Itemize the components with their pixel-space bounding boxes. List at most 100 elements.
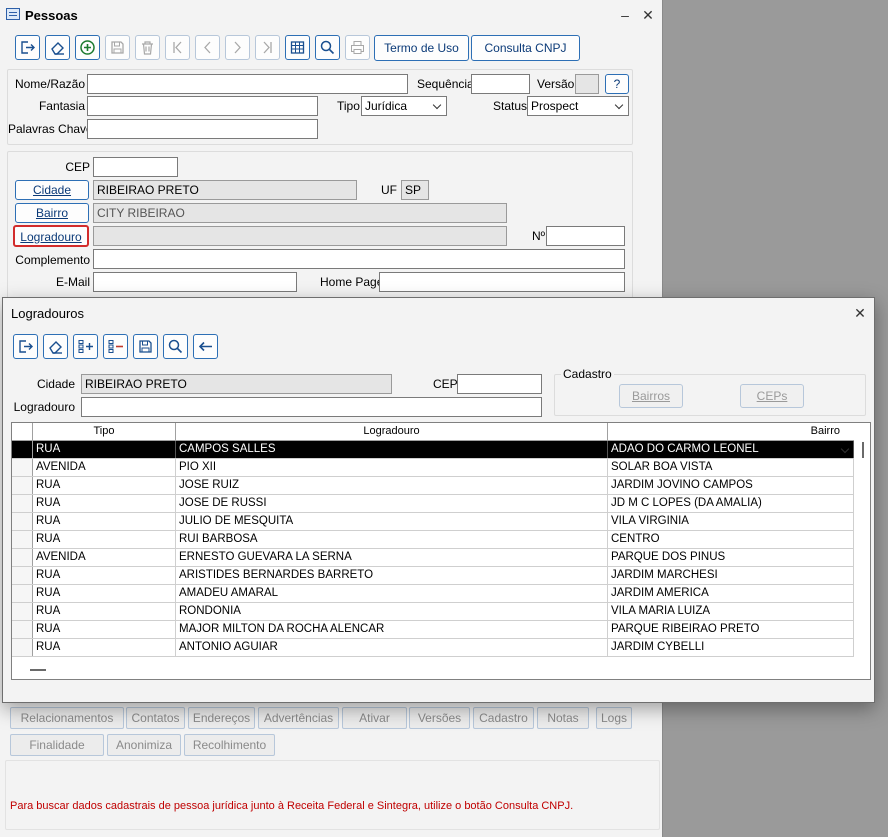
table-row[interactable]: RUA JULIO DE MESQUITA VILA VIRGINIA	[12, 513, 854, 531]
uf-input[interactable]: SP	[401, 180, 429, 200]
cell-bairro[interactable]: CENTRO	[608, 531, 854, 548]
bairro-button[interactable]: Bairro	[15, 203, 89, 223]
consulta-cnpj-button[interactable]: Consulta CNPJ	[471, 35, 580, 61]
back-button[interactable]	[193, 334, 218, 359]
cell-bairro[interactable]: SOLAR BOA VISTA	[608, 459, 854, 476]
cell-tipo[interactable]: RUA	[33, 621, 176, 638]
delete-button[interactable]	[135, 35, 160, 60]
cell-logradouro[interactable]: PIO XII	[176, 459, 608, 476]
versao-input[interactable]	[575, 74, 599, 94]
dialog-save-button[interactable]	[133, 334, 158, 359]
cell-bairro[interactable]: JARDIM JOVINO CAMPOS	[608, 477, 854, 494]
cell-tipo[interactable]: RUA	[33, 531, 176, 548]
row-indicator[interactable]	[12, 621, 33, 638]
table-row[interactable]: RUA CAMPOS SALLES ADAO DO CARMO LEONEL	[12, 441, 854, 459]
cell-tipo[interactable]: RUA	[33, 441, 176, 458]
clear-button[interactable]	[45, 35, 70, 60]
cell-bairro[interactable]: ADAO DO CARMO LEONEL	[608, 441, 854, 458]
cell-logradouro[interactable]: RONDONIA	[176, 603, 608, 620]
cep-input[interactable]	[93, 157, 178, 177]
cell-bairro[interactable]: JD M C LOPES (DA AMALIA)	[608, 495, 854, 512]
dialog-clear-button[interactable]	[43, 334, 68, 359]
cidade-input[interactable]: RIBEIRAO PRETO	[93, 180, 357, 200]
dialog-close-icon[interactable]: ✕	[851, 304, 869, 322]
email-input[interactable]	[93, 272, 297, 292]
cell-tipo[interactable]: RUA	[33, 513, 176, 530]
palavras-chave-input[interactable]	[87, 119, 318, 139]
scroll-thumb[interactable]	[862, 442, 864, 458]
tab-notas[interactable]: Notas	[537, 707, 589, 729]
print-button[interactable]	[345, 35, 370, 60]
tab-logs[interactable]: Logs	[596, 707, 632, 729]
cell-tipo[interactable]: RUA	[33, 495, 176, 512]
tab-relacionamentos[interactable]: Relacionamentos	[10, 707, 124, 729]
tab-anonimiza[interactable]: Anonimiza	[107, 734, 181, 756]
cell-tipo[interactable]: AVENIDA	[33, 549, 176, 566]
dialog-logradouro-input[interactable]	[81, 397, 542, 417]
cell-tipo[interactable]: RUA	[33, 639, 176, 656]
cell-tipo[interactable]: RUA	[33, 477, 176, 494]
row-indicator[interactable]	[12, 567, 33, 584]
cell-tipo[interactable]: RUA	[33, 603, 176, 620]
cell-logradouro[interactable]: MAJOR MILTON DA ROCHA ALENCAR	[176, 621, 608, 638]
cell-bairro[interactable]: JARDIM AMERICA	[608, 585, 854, 602]
table-row[interactable]: RUA ANTONIO AGUIAR JARDIM CYBELLI	[12, 639, 854, 657]
help-button[interactable]: ?	[605, 74, 629, 94]
logradouro-input[interactable]	[93, 226, 507, 246]
minimize-icon[interactable]: –	[616, 6, 634, 24]
tab-finalidade[interactable]: Finalidade	[10, 734, 104, 756]
exit-button[interactable]	[15, 35, 40, 60]
sequencia-input[interactable]	[471, 74, 530, 94]
row-indicator[interactable]	[12, 459, 33, 476]
tab-ativar[interactable]: Ativar	[342, 707, 407, 729]
table-row[interactable]: RUA RONDONIA VILA MARIA LUIZA	[12, 603, 854, 621]
row-indicator[interactable]	[12, 441, 33, 458]
cidade-button[interactable]: Cidade	[15, 180, 89, 200]
status-select[interactable]: Prospect	[527, 96, 629, 116]
cell-tipo[interactable]: AVENIDA	[33, 459, 176, 476]
horizontal-scroll-thumb[interactable]	[30, 669, 46, 671]
tab-cadastro[interactable]: Cadastro	[473, 707, 534, 729]
cell-bairro[interactable]: PARQUE RIBEIRAO PRETO	[608, 621, 854, 638]
nome-input[interactable]	[87, 74, 408, 94]
complemento-input[interactable]	[93, 249, 625, 269]
dialog-cidade-input[interactable]: RIBEIRAO PRETO	[81, 374, 392, 394]
column-header-tipo[interactable]: Tipo	[33, 423, 176, 440]
table-row[interactable]: RUA ARISTIDES BERNARDES BARRETO JARDIM MAR…	[12, 567, 854, 585]
grid-view-button[interactable]	[285, 35, 310, 60]
row-indicator[interactable]	[12, 477, 33, 494]
dialog-cep-input[interactable]	[457, 374, 542, 394]
table-row[interactable]: RUA JOSE RUIZ JARDIM JOVINO CAMPOS	[12, 477, 854, 495]
search-button[interactable]	[315, 35, 340, 60]
cell-bairro[interactable]: VILA VIRGINIA	[608, 513, 854, 530]
add-button[interactable]	[75, 35, 100, 60]
tab-versoes[interactable]: Versões	[409, 707, 470, 729]
fantasia-input[interactable]	[87, 96, 318, 116]
table-row[interactable]: RUA RUI BARBOSA CENTRO	[12, 531, 854, 549]
vertical-scrollbar[interactable]	[854, 440, 870, 663]
bairros-button[interactable]: Bairros	[619, 384, 683, 408]
cell-tipo[interactable]: RUA	[33, 585, 176, 602]
cell-logradouro[interactable]: ANTONIO AGUIAR	[176, 639, 608, 656]
tipo-select[interactable]: Jurídica	[361, 96, 447, 116]
row-indicator[interactable]	[12, 513, 33, 530]
column-header-logradouro[interactable]: Logradouro	[176, 423, 608, 440]
cell-logradouro[interactable]: JOSE RUIZ	[176, 477, 608, 494]
row-indicator[interactable]	[12, 549, 33, 566]
table-row[interactable]: RUA MAJOR MILTON DA ROCHA ALENCAR PARQUE R…	[12, 621, 854, 639]
dialog-search-button[interactable]	[163, 334, 188, 359]
previous-record-button[interactable]	[195, 35, 220, 60]
cell-logradouro[interactable]: JOSE DE RUSSI	[176, 495, 608, 512]
remove-row-button[interactable]	[103, 334, 128, 359]
cell-logradouro[interactable]: ERNESTO GUEVARA LA SERNA	[176, 549, 608, 566]
tab-contatos[interactable]: Contatos	[126, 707, 185, 729]
bairro-input[interactable]: CITY RIBEIRAO	[93, 203, 507, 223]
cell-logradouro[interactable]: RUI BARBOSA	[176, 531, 608, 548]
cell-logradouro[interactable]: CAMPOS SALLES	[176, 441, 608, 458]
cell-tipo[interactable]: RUA	[33, 567, 176, 584]
cell-logradouro[interactable]: JULIO DE MESQUITA	[176, 513, 608, 530]
first-record-button[interactable]	[165, 35, 190, 60]
cell-bairro[interactable]: PARQUE DOS PINUS	[608, 549, 854, 566]
cell-logradouro[interactable]: ARISTIDES BERNARDES BARRETO	[176, 567, 608, 584]
row-indicator[interactable]	[12, 603, 33, 620]
